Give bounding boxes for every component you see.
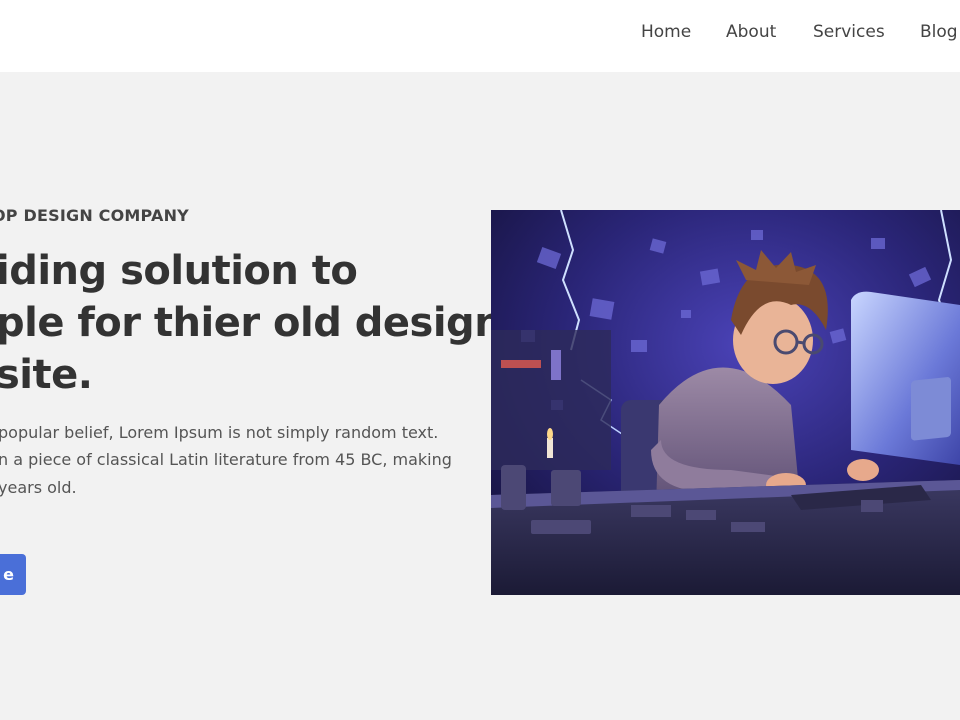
- hero-headline-line-1: iding solution to: [0, 248, 358, 294]
- hero-description-line-2: n a piece of classical Latin literature …: [0, 450, 452, 469]
- hero-headline-line-2: ple for thier old design: [0, 300, 503, 346]
- nav-link-blog[interactable]: Blog: [920, 22, 958, 42]
- hero-description-line-1: popular belief, Lorem Ipsum is not simpl…: [0, 423, 439, 442]
- hero-eyebrow: OP DESIGN COMPANY: [0, 206, 189, 225]
- nav-link-home[interactable]: Home: [641, 22, 691, 42]
- hero-section: OP DESIGN COMPANY iding solution to ple …: [0, 72, 960, 720]
- hero-cta-button[interactable]: e: [0, 554, 26, 595]
- nav-link-about[interactable]: About: [726, 22, 776, 42]
- nav-link-services[interactable]: Services: [813, 22, 885, 42]
- designer-illustration-svg: [491, 210, 960, 595]
- hero-illustration: [491, 210, 960, 595]
- top-navbar: Home About Services Blog: [0, 0, 960, 72]
- hero-description-line-3: years old.: [0, 478, 77, 497]
- hero-headline-line-3: site.: [0, 352, 93, 398]
